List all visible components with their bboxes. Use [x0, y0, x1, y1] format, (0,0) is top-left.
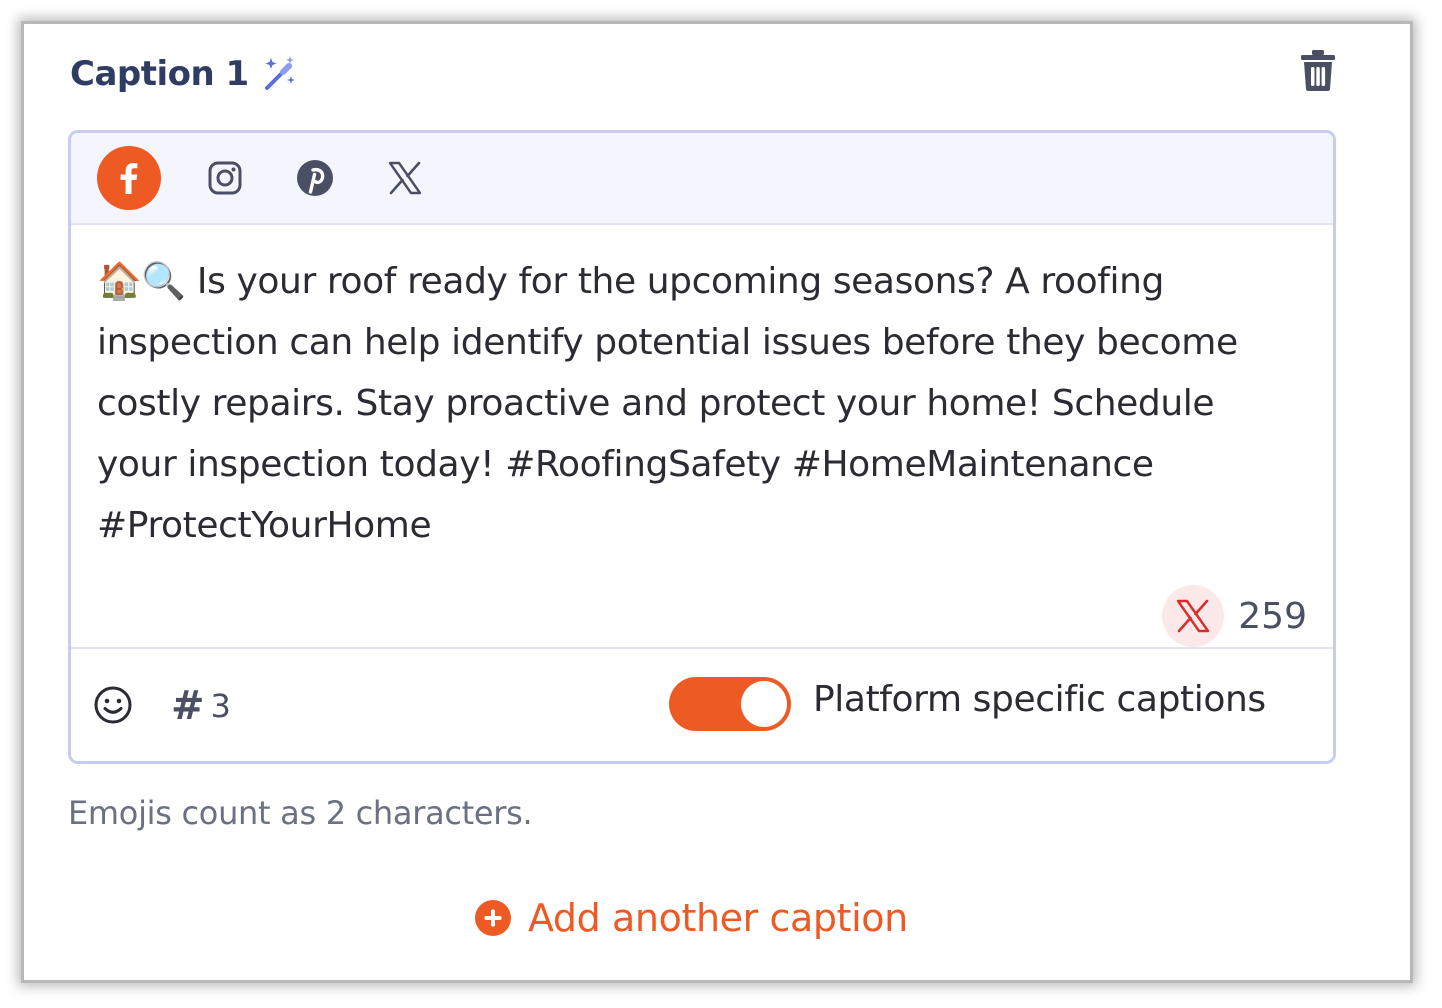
character-count: 259: [1238, 595, 1307, 637]
counter-platform-badge: [1162, 585, 1225, 647]
tab-facebook[interactable]: [97, 146, 161, 210]
caption-title: Caption 1: [70, 54, 249, 94]
caption-textarea[interactable]: 🏠🔍 Is your roof ready for the upcoming s…: [97, 251, 1297, 556]
tab-instagram[interactable]: [199, 152, 251, 204]
toggle-knob: [741, 681, 787, 727]
caption-editor: 🏠🔍 Is your roof ready for the upcoming s…: [68, 130, 1336, 764]
x-icon: [388, 161, 422, 195]
platform-specific-toggle[interactable]: [669, 677, 791, 731]
plus-circle-icon: [475, 900, 511, 936]
add-caption-label: Add another caption: [528, 896, 908, 940]
x-icon: [1177, 599, 1210, 633]
add-caption-button[interactable]: Add another caption: [474, 896, 908, 940]
magic-wand-icon[interactable]: [259, 54, 299, 94]
character-counter: 259: [1162, 585, 1307, 647]
smiley-icon[interactable]: [93, 685, 133, 725]
platform-specific-label: Platform specific captions: [813, 679, 1266, 720]
tab-x[interactable]: [379, 152, 431, 204]
hashtag-icon: #: [171, 683, 205, 729]
emoji-hint: Emojis count as 2 characters.: [68, 794, 533, 832]
caption-panel: Caption 1 🏠🔍 Is your roof ready for the …: [24, 24, 1410, 980]
caption-header: Caption 1: [70, 52, 299, 96]
platform-tabs: [71, 133, 1333, 225]
pinterest-icon: [297, 160, 333, 196]
delete-caption-icon[interactable]: [1298, 48, 1338, 92]
hashtag-button[interactable]: # 3: [171, 683, 231, 729]
facebook-icon: [120, 163, 138, 194]
hashtag-count: 3: [210, 687, 231, 725]
tab-pinterest[interactable]: [289, 152, 341, 204]
instagram-icon: [208, 161, 242, 195]
editor-toolbar: # 3 Platform specific captions: [71, 647, 1333, 761]
